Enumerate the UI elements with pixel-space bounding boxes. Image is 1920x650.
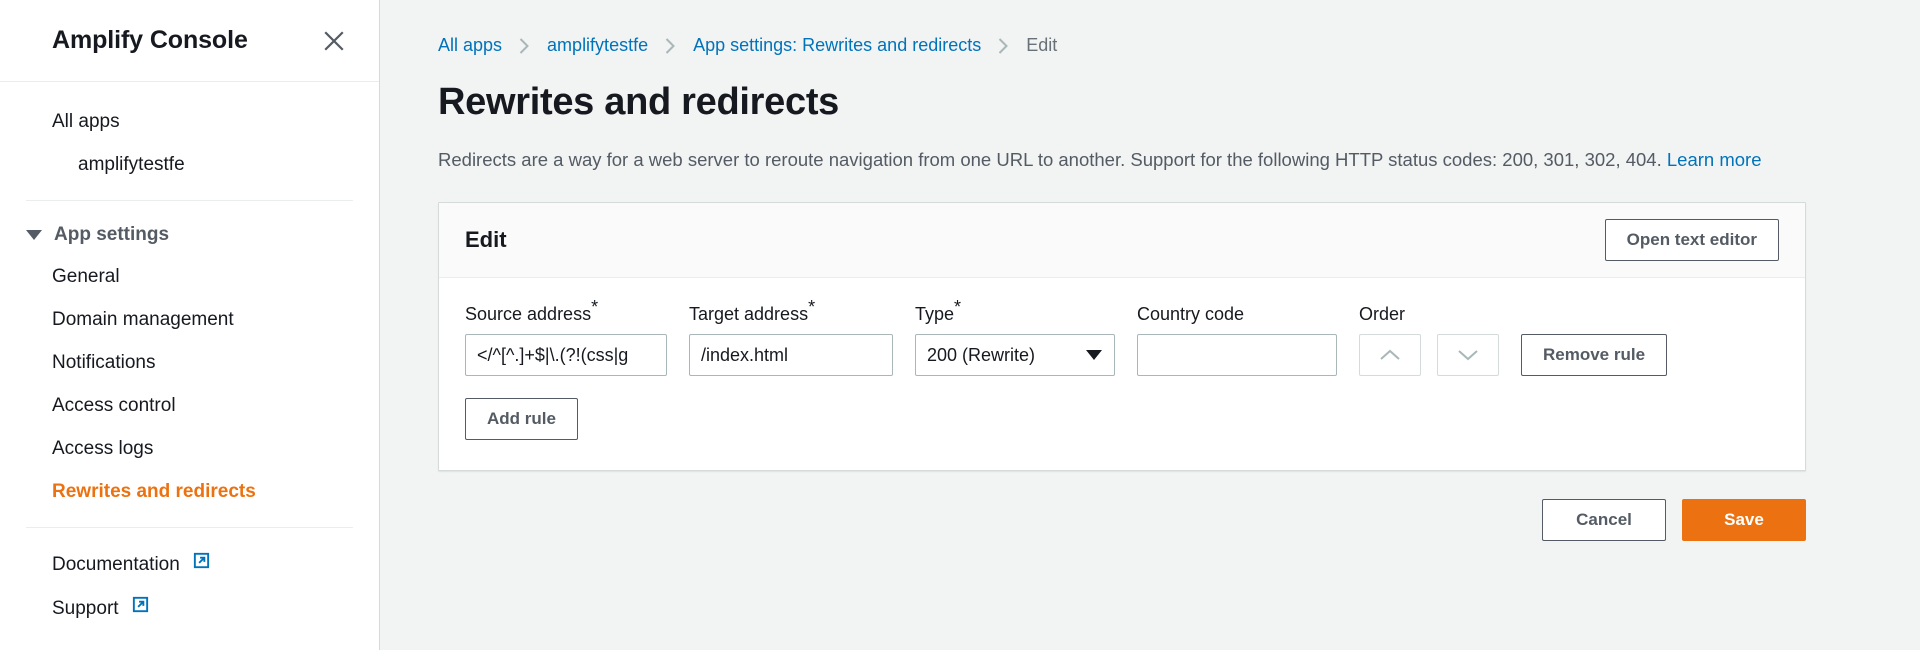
sidebar-item-access-logs[interactable]: Access logs bbox=[0, 427, 379, 470]
sidebar: Amplify Console All apps amplifytestfe A… bbox=[0, 0, 380, 650]
order-move-down-button[interactable] bbox=[1437, 334, 1499, 376]
required-marker: * bbox=[808, 297, 816, 317]
sidebar-divider-bottom bbox=[26, 527, 353, 528]
breadcrumb-item-amplifytestfe[interactable]: amplifytestfe bbox=[547, 35, 648, 56]
sidebar-item-rewrites-and-redirects[interactable]: Rewrites and redirects bbox=[0, 470, 379, 513]
chevron-right-icon bbox=[648, 37, 693, 55]
country-code-label: Country code bbox=[1137, 304, 1245, 324]
breadcrumb: All apps amplifytestfe App settings: Rew… bbox=[438, 0, 1802, 56]
cancel-button[interactable]: Cancel bbox=[1542, 499, 1666, 541]
edit-card: Edit Open text editor Source address* Ta… bbox=[438, 202, 1806, 471]
sidebar-header: Amplify Console bbox=[0, 0, 379, 82]
sidebar-item-documentation[interactable]: Documentation bbox=[0, 542, 379, 586]
type-label-text: Type bbox=[915, 304, 955, 324]
breadcrumb-item-app-settings[interactable]: App settings: Rewrites and redirects bbox=[693, 35, 981, 56]
card-header-title: Edit bbox=[465, 227, 507, 252]
sidebar-item-notifications[interactable]: Notifications bbox=[0, 341, 379, 384]
sidebar-item-documentation-label: Documentation bbox=[52, 553, 180, 575]
add-rule-wrapper: Add rule bbox=[465, 398, 1779, 440]
country-code-input[interactable] bbox=[1137, 334, 1337, 376]
sidebar-item-access-control[interactable]: Access control bbox=[0, 384, 379, 427]
sidebar-item-support[interactable]: Support bbox=[0, 586, 379, 630]
target-address-label: Target address* bbox=[689, 298, 893, 325]
source-address-field: Source address* bbox=[465, 298, 667, 376]
breadcrumb-item-edit: Edit bbox=[1026, 35, 1058, 55]
type-select-value: 200 (Rewrite) bbox=[927, 344, 1036, 365]
sidebar-item-support-label: Support bbox=[52, 597, 119, 619]
type-label: Type* bbox=[915, 298, 1115, 325]
page-description-text: Redirects are a way for a web server to … bbox=[438, 149, 1667, 170]
sidebar-divider-top bbox=[26, 200, 353, 201]
source-address-label-text: Source address bbox=[465, 304, 592, 324]
add-rule-button[interactable]: Add rule bbox=[465, 398, 578, 440]
chevron-right-icon bbox=[981, 37, 1026, 55]
page-title: Rewrites and redirects bbox=[438, 81, 840, 123]
sidebar-item-amplifytestfe[interactable]: amplifytestfe bbox=[0, 143, 379, 186]
card-body: Source address* Target address* Type* 20… bbox=[439, 278, 1805, 470]
sidebar-group-app-settings[interactable]: App settings bbox=[0, 215, 379, 255]
open-text-editor-button[interactable]: Open text editor bbox=[1604, 219, 1779, 261]
save-button[interactable]: Save bbox=[1682, 499, 1806, 541]
country-code-field: Country code bbox=[1137, 304, 1337, 376]
external-link-icon bbox=[131, 595, 150, 621]
app-root: Amplify Console All apps amplifytestfe A… bbox=[0, 0, 1920, 650]
page-description: Redirects are a way for a web server to … bbox=[438, 146, 1798, 174]
chevron-right-icon bbox=[502, 37, 547, 55]
sidebar-title: Amplify Console bbox=[52, 26, 248, 54]
sidebar-nav: All apps amplifytestfe App settings Gene… bbox=[0, 82, 379, 630]
sidebar-item-all-apps[interactable]: All apps bbox=[0, 100, 379, 143]
type-select-wrapper: 200 (Rewrite) bbox=[915, 334, 1115, 376]
target-address-field: Target address* bbox=[689, 298, 893, 376]
order-controls bbox=[1359, 334, 1499, 376]
required-marker: * bbox=[591, 297, 599, 317]
type-field: Type* 200 (Rewrite) bbox=[915, 298, 1115, 376]
remove-rule-button[interactable]: Remove rule bbox=[1521, 334, 1668, 376]
source-address-label: Source address* bbox=[465, 298, 667, 325]
sidebar-item-domain-management[interactable]: Domain management bbox=[0, 298, 379, 341]
source-address-input[interactable] bbox=[465, 334, 667, 376]
remove-rule-field: Remove rule bbox=[1521, 334, 1668, 376]
rule-row: Source address* Target address* Type* 20… bbox=[465, 298, 1779, 376]
form-actions: Cancel Save bbox=[438, 499, 1806, 541]
learn-more-link[interactable]: Learn more bbox=[1667, 149, 1762, 170]
caret-down-icon bbox=[26, 230, 42, 240]
target-address-input[interactable] bbox=[689, 334, 893, 376]
sidebar-item-general[interactable]: General bbox=[0, 255, 379, 298]
target-address-label-text: Target address bbox=[689, 304, 809, 324]
close-icon[interactable] bbox=[321, 28, 347, 54]
chevron-down-icon bbox=[1086, 350, 1102, 360]
order-move-up-button[interactable] bbox=[1359, 334, 1421, 376]
main-content: All apps amplifytestfe App settings: Rew… bbox=[380, 0, 1920, 650]
sidebar-group-label: App settings bbox=[54, 224, 170, 245]
required-marker: * bbox=[954, 297, 962, 317]
card-header: Edit Open text editor bbox=[439, 203, 1805, 278]
type-select[interactable]: 200 (Rewrite) bbox=[915, 334, 1115, 376]
order-field: Order bbox=[1359, 304, 1499, 376]
breadcrumb-item-all-apps[interactable]: All apps bbox=[438, 35, 502, 56]
external-link-icon bbox=[192, 551, 211, 577]
order-label: Order bbox=[1359, 304, 1406, 324]
